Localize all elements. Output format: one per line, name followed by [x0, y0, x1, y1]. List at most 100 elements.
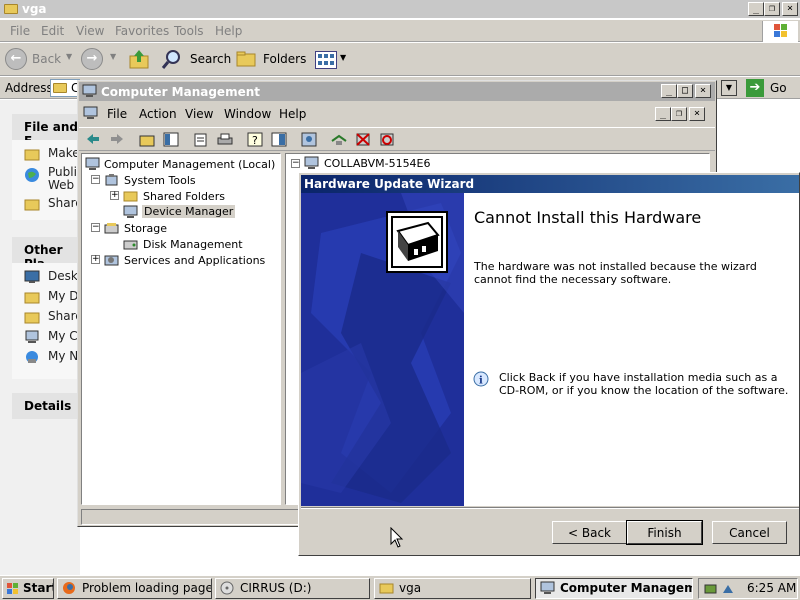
- cm-menu-action[interactable]: Action: [139, 107, 177, 121]
- tree-system-tools[interactable]: System Tools: [124, 174, 196, 187]
- menu-help[interactable]: Help: [215, 24, 242, 38]
- collapse-icon[interactable]: −: [91, 175, 100, 184]
- views-icon[interactable]: [315, 51, 337, 69]
- system-tray: 6:25 AM: [698, 578, 798, 599]
- place-desktop[interactable]: Deskt: [48, 269, 80, 283]
- cancel-button[interactable]: Cancel: [712, 521, 787, 544]
- update-driver-icon[interactable]: [331, 132, 347, 147]
- tree-shared-folders[interactable]: Shared Folders: [143, 190, 225, 203]
- collapse-icon[interactable]: −: [91, 223, 100, 232]
- back-dropdown-icon[interactable]: ▼: [66, 52, 72, 61]
- task-make[interactable]: Make: [48, 146, 80, 160]
- start-button[interactable]: Start: [2, 578, 54, 599]
- expand-icon[interactable]: +: [110, 191, 119, 200]
- back-button[interactable]: < Back: [552, 521, 627, 544]
- network-icon: [24, 350, 40, 364]
- help-icon[interactable]: ?: [247, 132, 263, 147]
- svg-text:?: ?: [252, 134, 258, 147]
- wizard-title: Hardware Update Wizard: [304, 177, 475, 191]
- search-icon[interactable]: [161, 48, 183, 70]
- scan-hardware-icon[interactable]: [301, 132, 317, 147]
- minimize-button[interactable]: _: [748, 2, 764, 16]
- cm-minimize-button[interactable]: _: [661, 84, 677, 98]
- go-arrow-icon[interactable]: ➔: [746, 79, 764, 97]
- tree-disk-management[interactable]: Disk Management: [143, 238, 243, 251]
- cm-menu-window[interactable]: Window: [224, 107, 271, 121]
- task-pane-details-header[interactable]: Details: [12, 393, 80, 419]
- up-folder-icon[interactable]: [128, 48, 150, 70]
- device-root[interactable]: COLLABVM-5154E6: [324, 157, 431, 170]
- task-vga[interactable]: vga: [374, 578, 531, 599]
- document-icon: [83, 106, 98, 120]
- back-arrow-icon[interactable]: ←: [5, 48, 27, 70]
- cd-drive-icon: [220, 581, 235, 595]
- back-button[interactable]: Back: [32, 52, 61, 66]
- cm-menu-help[interactable]: Help: [279, 107, 306, 121]
- collapse-icon[interactable]: −: [291, 159, 300, 168]
- device-manager-icon: [123, 205, 138, 219]
- show-hide-tree-icon[interactable]: [163, 132, 179, 147]
- explorer-menubar: File Edit View Favorites Tools Help: [0, 20, 800, 42]
- task-cirrus[interactable]: CIRRUS (D:): [215, 578, 370, 599]
- task-computer-management[interactable]: Computer Management: [535, 578, 693, 599]
- place-shared[interactable]: Share: [48, 309, 80, 323]
- print-icon[interactable]: [217, 132, 233, 147]
- place-my-documents[interactable]: My Do: [48, 289, 80, 303]
- computer-management-icon: [85, 157, 100, 171]
- place-my-network[interactable]: My Ne: [48, 349, 80, 363]
- cm-toolbar: ?: [79, 127, 715, 151]
- close-button[interactable]: ×: [782, 2, 798, 16]
- maximize-button[interactable]: ❐: [764, 2, 780, 16]
- cm-menu-file[interactable]: File: [107, 107, 127, 121]
- address-dropdown-icon[interactable]: ▼: [721, 80, 737, 96]
- menu-view[interactable]: View: [76, 24, 104, 38]
- properties-icon[interactable]: [193, 132, 209, 147]
- cm-menu-view[interactable]: View: [185, 107, 213, 121]
- shared-folders-icon: [123, 189, 138, 203]
- task-firefox[interactable]: Problem loading page - ...: [57, 578, 212, 599]
- task-pane-file-header[interactable]: File and F: [12, 114, 80, 148]
- finish-button[interactable]: Finish: [626, 520, 703, 545]
- menu-file[interactable]: File: [10, 24, 30, 38]
- folder-icon: [379, 581, 394, 595]
- globe-icon: [24, 167, 40, 182]
- tree-services[interactable]: Services and Applications: [124, 254, 265, 267]
- forward-arrow-icon[interactable]: →: [81, 48, 103, 70]
- task-share[interactable]: Share: [48, 196, 80, 210]
- task-publish[interactable]: Publis Web: [48, 166, 80, 194]
- show-description-icon[interactable]: [271, 132, 287, 147]
- menu-edit[interactable]: Edit: [41, 24, 64, 38]
- cm-title-bar[interactable]: Computer Management _ □ ×: [79, 82, 715, 101]
- hardware-tray-icon[interactable]: [703, 581, 718, 596]
- expand-icon[interactable]: +: [91, 255, 100, 264]
- folders-icon[interactable]: [236, 50, 258, 68]
- place-my-computer[interactable]: My Co: [48, 329, 80, 343]
- cm-close-button[interactable]: ×: [695, 84, 711, 98]
- child-minimize-button[interactable]: _: [655, 107, 671, 121]
- search-button[interactable]: Search: [190, 52, 231, 66]
- address-input[interactable]: C: [50, 79, 80, 97]
- cm-maximize-button[interactable]: □: [677, 84, 693, 98]
- task-pane-other-header[interactable]: Other Pla: [12, 237, 80, 271]
- wizard-title-bar[interactable]: Hardware Update Wizard: [301, 175, 799, 193]
- up-level-icon[interactable]: [139, 132, 155, 147]
- menu-tools[interactable]: Tools: [174, 24, 204, 38]
- views-dropdown-icon[interactable]: ▼: [340, 53, 346, 62]
- back-icon[interactable]: [85, 132, 101, 147]
- menu-favorites[interactable]: Favorites: [115, 24, 169, 38]
- tree-device-manager[interactable]: Device Manager: [142, 205, 236, 218]
- go-button[interactable]: Go: [770, 81, 787, 95]
- tree-storage[interactable]: Storage: [124, 222, 167, 235]
- cm-title: Computer Management: [101, 85, 260, 99]
- network-tray-icon[interactable]: [721, 581, 736, 596]
- child-close-button[interactable]: ×: [689, 107, 705, 121]
- disable-device-icon[interactable]: [355, 132, 371, 147]
- clock[interactable]: 6:25 AM: [747, 581, 796, 595]
- explorer-title-bar[interactable]: vga _ ❐ ×: [0, 0, 800, 18]
- forward-dropdown-icon[interactable]: ▼: [110, 52, 116, 61]
- forward-icon[interactable]: [109, 132, 125, 147]
- child-restore-button[interactable]: ❐: [671, 107, 687, 121]
- uninstall-device-icon[interactable]: [379, 132, 395, 147]
- tree-root[interactable]: Computer Management (Local): [104, 158, 275, 171]
- folders-button[interactable]: Folders: [263, 52, 306, 66]
